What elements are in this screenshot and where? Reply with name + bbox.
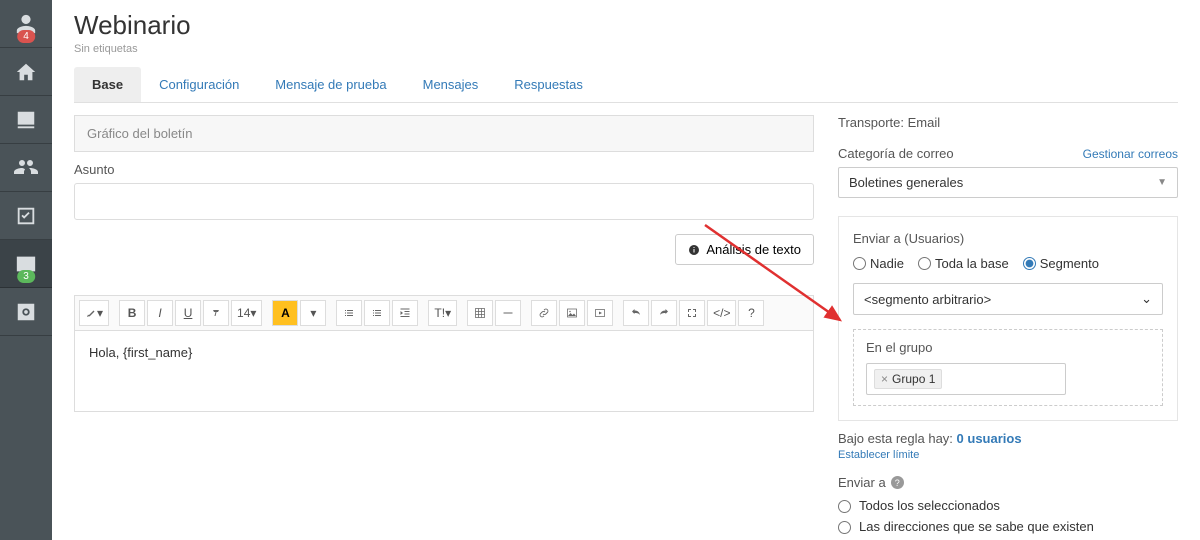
tb-code[interactable]: </> [707, 300, 736, 326]
chevron-down-icon: ⌄ [1141, 291, 1152, 307]
sidebar-item-profile[interactable]: 4 [0, 0, 52, 48]
group-filter-box: En el grupo × Grupo 1 [853, 329, 1163, 406]
page-title: Webinario [74, 10, 1178, 41]
tab-base[interactable]: Base [74, 67, 141, 102]
caret-down-icon: ▼ [1157, 177, 1167, 188]
main-content: Webinario Sin etiquetas Base Configuraci… [52, 0, 1200, 540]
subject-input[interactable] [74, 183, 814, 220]
tab-config[interactable]: Configuración [141, 67, 257, 102]
tb-list-ol[interactable] [364, 300, 390, 326]
help-icon[interactable]: ? [891, 476, 904, 489]
tab-messages[interactable]: Mensajes [405, 67, 497, 102]
tb-text-color[interactable]: A [272, 300, 298, 326]
sidebar-item-mail[interactable]: 3 [0, 240, 52, 288]
tb-bold[interactable]: B [119, 300, 145, 326]
sidebar-item-users[interactable] [0, 144, 52, 192]
rule-count-link[interactable]: 0 usuarios [957, 431, 1022, 446]
mail-badge: 3 [17, 270, 35, 283]
tb-fullscreen[interactable] [679, 300, 705, 326]
tb-indent[interactable] [392, 300, 418, 326]
tb-heading[interactable]: T!▾ [428, 300, 457, 326]
editor-body[interactable]: Hola, {first_name} [75, 331, 813, 411]
category-select[interactable]: Boletines generales ▼ [838, 167, 1178, 198]
manage-mails-link[interactable]: Gestionar correos [1083, 147, 1178, 161]
tab-test-message[interactable]: Mensaje de prueba [257, 67, 404, 102]
tb-undo[interactable] [623, 300, 649, 326]
chip-remove-icon[interactable]: × [881, 372, 888, 386]
radio-all-base[interactable]: Toda la base [918, 256, 1009, 271]
tb-list-ul[interactable] [336, 300, 362, 326]
radio-all-selected[interactable] [838, 500, 851, 513]
tb-video[interactable] [587, 300, 613, 326]
tb-redo[interactable] [651, 300, 677, 326]
sidebar-item-analytics[interactable] [0, 96, 52, 144]
rich-text-editor: ▾ B I U 14▾ A ▾ [74, 295, 814, 412]
audience-panel: Enviar a (Usuarios) Nadie Toda la base S… [838, 216, 1178, 421]
send-to-label: Enviar a [838, 475, 886, 490]
group-tag-input[interactable]: × Grupo 1 [866, 363, 1066, 395]
sidebar: 4 3 [0, 0, 52, 540]
tb-color-dropdown[interactable]: ▾ [300, 300, 326, 326]
category-label: Categoría de correo [838, 146, 954, 161]
tb-underline[interactable]: U [175, 300, 201, 326]
group-chip[interactable]: × Grupo 1 [874, 369, 942, 389]
profile-badge: 4 [17, 30, 35, 43]
text-analysis-button[interactable]: Análisis de texto [675, 234, 814, 265]
tb-hr[interactable] [495, 300, 521, 326]
group-filter-title: En el grupo [866, 340, 1150, 355]
newsletter-graphic-input[interactable]: Gráfico del boletín [74, 115, 814, 152]
tb-table[interactable] [467, 300, 493, 326]
segment-select[interactable]: <segmento arbitrario> ⌄ [853, 283, 1163, 315]
audience-title: Enviar a (Usuarios) [853, 231, 1163, 246]
subject-label: Asunto [74, 162, 814, 177]
tb-help[interactable]: ? [738, 300, 764, 326]
radio-known-addresses[interactable] [838, 521, 851, 534]
sidebar-item-home[interactable] [0, 48, 52, 96]
transport-label: Transporte: Email [838, 115, 1178, 130]
sidebar-item-tasks[interactable] [0, 192, 52, 240]
tb-magic[interactable]: ▾ [79, 300, 109, 326]
page-subtitle: Sin etiquetas [74, 43, 1178, 55]
tb-image[interactable] [559, 300, 585, 326]
radio-none[interactable]: Nadie [853, 256, 904, 271]
tb-clear-format[interactable] [203, 300, 229, 326]
set-limit-link[interactable]: Establecer límite [838, 449, 919, 461]
sidebar-item-settings[interactable] [0, 288, 52, 336]
rule-count-info: Bajo esta regla hay: 0 usuarios [838, 431, 1178, 446]
radio-segment[interactable]: Segmento [1023, 256, 1099, 271]
tb-font-size[interactable]: 14▾ [231, 300, 262, 326]
tb-link[interactable] [531, 300, 557, 326]
tab-responses[interactable]: Respuestas [496, 67, 601, 102]
info-icon [688, 244, 700, 256]
tb-italic[interactable]: I [147, 300, 173, 326]
editor-toolbar: ▾ B I U 14▾ A ▾ [75, 296, 813, 331]
tabs: Base Configuración Mensaje de prueba Men… [74, 67, 1178, 103]
